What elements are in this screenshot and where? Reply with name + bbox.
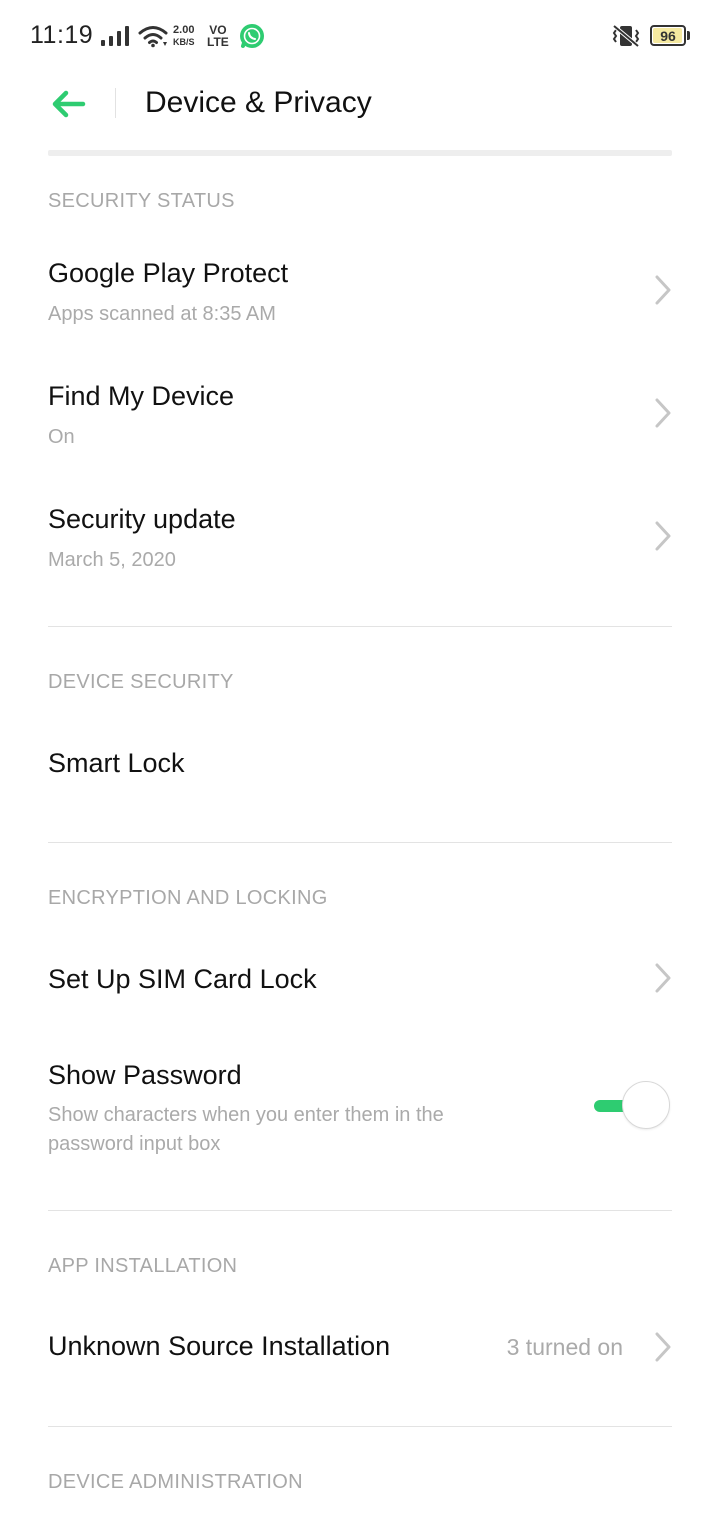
section-header-security-status: SECURITY STATUS — [48, 190, 235, 212]
whatsapp-icon — [240, 24, 264, 48]
status-time: 11:19 — [30, 21, 94, 49]
section-header-app-installation: APP INSTALLATION — [48, 1255, 238, 1277]
chevron-right-icon — [655, 275, 671, 305]
signal-icon — [101, 26, 129, 46]
list-item-find-my-device[interactable]: Find My Device On — [0, 363, 720, 473]
battery-icon: 96 — [650, 25, 686, 46]
item-title: Set Up SIM Card Lock — [48, 964, 317, 994]
section-header-device-administration: DEVICE ADMINISTRATION — [48, 1471, 303, 1493]
list-item-show-password: Show Password Show characters when you e… — [0, 1040, 720, 1170]
back-button[interactable] — [48, 82, 92, 126]
item-title: Find My Device — [48, 381, 235, 411]
battery-tip — [687, 31, 690, 40]
item-title: Show Password — [48, 1060, 242, 1090]
vibrate-icon — [612, 24, 640, 48]
item-title: Smart Lock — [48, 748, 185, 778]
page-title: Device & Privacy — [145, 86, 372, 119]
app-bar: Device & Privacy — [0, 72, 720, 136]
wifi-icon — [138, 26, 168, 48]
list-item-smart-lock[interactable]: Smart Lock — [0, 720, 720, 810]
net-speed-unit: KB/S — [173, 37, 195, 47]
section-divider — [48, 626, 672, 627]
volte-bottom: LTE — [207, 35, 229, 49]
item-title: Unknown Source Installation — [48, 1331, 391, 1361]
chevron-right-icon — [655, 521, 671, 551]
toggle-knob — [622, 1081, 670, 1129]
item-subtitle: March 5, 2020 — [48, 549, 176, 571]
list-item-sim-card-lock[interactable]: Set Up SIM Card Lock — [0, 940, 720, 1020]
chevron-right-icon — [655, 963, 671, 993]
item-title: Google Play Protect — [48, 258, 289, 288]
section-divider — [48, 842, 672, 843]
volte-indicator: VO LTE — [207, 24, 229, 48]
section-header-encryption: ENCRYPTION AND LOCKING — [48, 887, 328, 909]
back-arrow-icon — [52, 90, 86, 118]
item-value: 3 turned on — [506, 1334, 623, 1360]
scroll-edge-bar — [48, 150, 672, 156]
list-item-unknown-source-installation[interactable]: Unknown Source Installation 3 turned on — [0, 1306, 720, 1390]
show-password-toggle[interactable] — [594, 1081, 672, 1131]
settings-screen: 11:19 2.00 KB/S VO LTE 96 Device & Priva… — [0, 0, 720, 1520]
item-title: Security update — [48, 504, 236, 534]
chevron-right-icon — [655, 1332, 671, 1362]
net-speed-value: 2.00 — [173, 24, 195, 36]
section-divider — [48, 1426, 672, 1427]
status-bar: 11:19 2.00 KB/S VO LTE 96 — [0, 0, 720, 72]
list-item-google-play-protect[interactable]: Google Play Protect Apps scanned at 8:35… — [0, 240, 720, 350]
list-item-security-update[interactable]: Security update March 5, 2020 — [0, 486, 720, 596]
item-subtitle: Apps scanned at 8:35 AM — [48, 303, 276, 325]
item-subtitle: On — [48, 426, 75, 448]
section-divider — [48, 1210, 672, 1211]
chevron-right-icon — [655, 398, 671, 428]
section-header-device-security: DEVICE SECURITY — [48, 671, 234, 693]
battery-percent: 96 — [660, 28, 676, 44]
header-divider — [115, 88, 116, 118]
item-subtitle: Show characters when you enter them in t… — [48, 1104, 444, 1155]
net-speed: 2.00 KB/S — [173, 24, 195, 48]
